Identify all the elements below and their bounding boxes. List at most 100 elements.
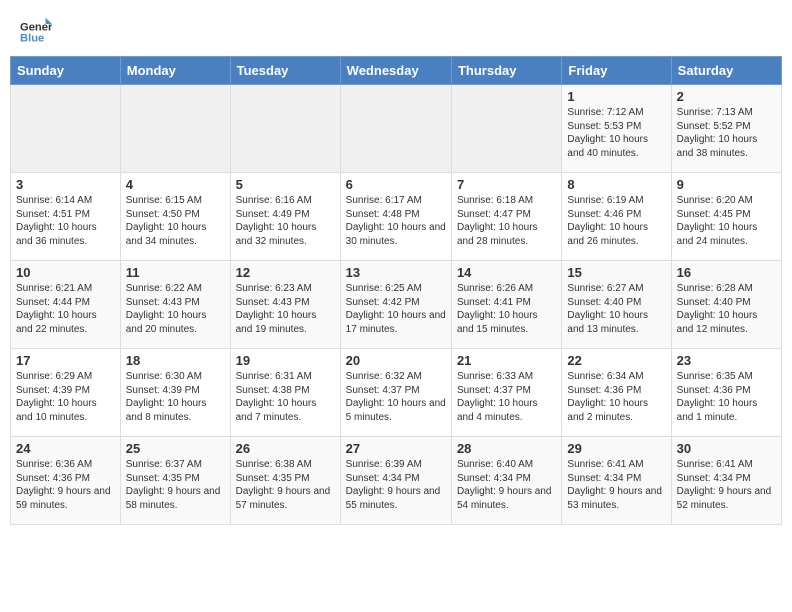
day-number: 14 [457,265,556,280]
calendar-cell: 20 Sunrise: 6:32 AM Sunset: 4:37 PM Dayli… [340,349,451,437]
calendar-cell: 14 Sunrise: 6:26 AM Sunset: 4:41 PM Dayli… [451,261,561,349]
day-number: 27 [346,441,446,456]
day-info: Sunrise: 6:15 AM Sunset: 4:50 PM Dayligh… [126,194,225,248]
day-number: 12 [236,265,335,280]
page-header: General Blue [0,0,792,56]
svg-text:Blue: Blue [20,33,44,45]
calendar-cell: 15Sunrise: 6:27 AM Sunset: 4:40 PM Dayli… [562,261,671,349]
calendar-cell: 19 Sunrise: 6:31 AM Sunset: 4:38 PM Dayli… [230,349,340,437]
day-info: Sunrise: 6:28 AM Sunset: 4:40 PM Dayligh… [677,282,776,336]
calendar-wrap: SundayMondayTuesdayWednesdayThursdayFrid… [0,56,792,535]
weekday-header-row: SundayMondayTuesdayWednesdayThursdayFrid… [11,57,782,85]
calendar-cell: 6 Sunrise: 6:17 AM Sunset: 4:48 PM Daylig… [340,173,451,261]
day-info: Sunrise: 6:33 AM Sunset: 4:37 PM Dayligh… [457,370,556,424]
day-number: 8 [567,177,665,192]
calendar-cell: 26Sunrise: 6:38 AM Sunset: 4:35 PM Dayli… [230,437,340,525]
calendar-cell: 28 Sunrise: 6:40 AM Sunset: 4:34 PM Dayli… [451,437,561,525]
weekday-sunday: Sunday [11,57,121,85]
day-info: Sunrise: 6:16 AM Sunset: 4:49 PM Dayligh… [236,194,335,248]
day-number: 16 [677,265,776,280]
day-number: 29 [567,441,665,456]
calendar-cell [340,85,451,173]
day-number: 28 [457,441,556,456]
week-row-4: 17 Sunrise: 6:29 AM Sunset: 4:39 PM Dayli… [11,349,782,437]
day-number: 3 [16,177,115,192]
calendar-cell [11,85,121,173]
calendar-cell: 5 Sunrise: 6:16 AM Sunset: 4:49 PM Daylig… [230,173,340,261]
calendar-cell: 22Sunrise: 6:34 AM Sunset: 4:36 PM Dayli… [562,349,671,437]
day-info: Sunrise: 6:19 AM Sunset: 4:46 PM Dayligh… [567,194,665,248]
calendar-cell [120,85,230,173]
day-info: Sunrise: 6:14 AM Sunset: 4:51 PM Dayligh… [16,194,115,248]
day-info: Sunrise: 6:25 AM Sunset: 4:42 PM Dayligh… [346,282,446,336]
calendar-cell: 29 Sunrise: 6:41 AM Sunset: 4:34 PM Dayli… [562,437,671,525]
calendar-cell: 17 Sunrise: 6:29 AM Sunset: 4:39 PM Dayli… [11,349,121,437]
calendar-cell: 2 Sunrise: 7:13 AM Sunset: 5:52 PM Daylig… [671,85,781,173]
day-number: 20 [346,353,446,368]
day-info: Sunrise: 7:13 AM Sunset: 5:52 PM Dayligh… [677,106,776,160]
day-info: Sunrise: 6:31 AM Sunset: 4:38 PM Dayligh… [236,370,335,424]
day-number: 2 [677,89,776,104]
day-number: 30 [677,441,776,456]
day-number: 6 [346,177,446,192]
day-info: Sunrise: 6:38 AM Sunset: 4:35 PM Dayligh… [236,458,335,512]
day-number: 21 [457,353,556,368]
calendar-body: 1Sunrise: 7:12 AM Sunset: 5:53 PM Daylig… [11,85,782,525]
calendar-cell: 21 Sunrise: 6:33 AM Sunset: 4:37 PM Dayli… [451,349,561,437]
day-number: 18 [126,353,225,368]
day-number: 25 [126,441,225,456]
calendar-cell: 8 Sunrise: 6:19 AM Sunset: 4:46 PM Daylig… [562,173,671,261]
calendar-cell: 7Sunrise: 6:18 AM Sunset: 4:47 PM Daylig… [451,173,561,261]
day-number: 10 [16,265,115,280]
day-info: Sunrise: 6:41 AM Sunset: 4:34 PM Dayligh… [677,458,776,512]
day-number: 15 [567,265,665,280]
day-number: 1 [567,89,665,104]
day-info: Sunrise: 6:22 AM Sunset: 4:43 PM Dayligh… [126,282,225,336]
day-info: Sunrise: 6:18 AM Sunset: 4:47 PM Dayligh… [457,194,556,248]
logo-icon: General Blue [20,16,52,48]
day-number: 13 [346,265,446,280]
day-number: 24 [16,441,115,456]
day-info: Sunrise: 6:20 AM Sunset: 4:45 PM Dayligh… [677,194,776,248]
calendar-cell: 23Sunrise: 6:35 AM Sunset: 4:36 PM Dayli… [671,349,781,437]
weekday-friday: Friday [562,57,671,85]
calendar-cell: 27Sunrise: 6:39 AM Sunset: 4:34 PM Dayli… [340,437,451,525]
calendar-cell: 24 Sunrise: 6:36 AM Sunset: 4:36 PM Dayli… [11,437,121,525]
calendar-cell: 25Sunrise: 6:37 AM Sunset: 4:35 PM Dayli… [120,437,230,525]
calendar-cell [230,85,340,173]
day-number: 11 [126,265,225,280]
day-info: Sunrise: 6:29 AM Sunset: 4:39 PM Dayligh… [16,370,115,424]
calendar-cell [451,85,561,173]
weekday-saturday: Saturday [671,57,781,85]
calendar-cell: 30 Sunrise: 6:41 AM Sunset: 4:34 PM Dayli… [671,437,781,525]
logo: General Blue [20,16,52,48]
day-info: Sunrise: 6:36 AM Sunset: 4:36 PM Dayligh… [16,458,115,512]
weekday-monday: Monday [120,57,230,85]
day-info: Sunrise: 6:32 AM Sunset: 4:37 PM Dayligh… [346,370,446,424]
calendar-cell: 4 Sunrise: 6:15 AM Sunset: 4:50 PM Daylig… [120,173,230,261]
calendar-cell: 16 Sunrise: 6:28 AM Sunset: 4:40 PM Dayli… [671,261,781,349]
calendar-cell: 11 Sunrise: 6:22 AM Sunset: 4:43 PM Dayli… [120,261,230,349]
day-number: 9 [677,177,776,192]
calendar-cell: 9 Sunrise: 6:20 AM Sunset: 4:45 PM Daylig… [671,173,781,261]
day-info: Sunrise: 6:41 AM Sunset: 4:34 PM Dayligh… [567,458,665,512]
day-info: Sunrise: 6:40 AM Sunset: 4:34 PM Dayligh… [457,458,556,512]
day-number: 5 [236,177,335,192]
weekday-thursday: Thursday [451,57,561,85]
day-number: 19 [236,353,335,368]
calendar-cell: 18Sunrise: 6:30 AM Sunset: 4:39 PM Dayli… [120,349,230,437]
day-number: 23 [677,353,776,368]
day-number: 17 [16,353,115,368]
weekday-tuesday: Tuesday [230,57,340,85]
day-info: Sunrise: 6:34 AM Sunset: 4:36 PM Dayligh… [567,370,665,424]
week-row-3: 10Sunrise: 6:21 AM Sunset: 4:44 PM Dayli… [11,261,782,349]
calendar-cell: 10Sunrise: 6:21 AM Sunset: 4:44 PM Dayli… [11,261,121,349]
calendar-table: SundayMondayTuesdayWednesdayThursdayFrid… [10,56,782,525]
day-info: Sunrise: 6:23 AM Sunset: 4:43 PM Dayligh… [236,282,335,336]
day-info: Sunrise: 6:17 AM Sunset: 4:48 PM Dayligh… [346,194,446,248]
calendar-cell: 3 Sunrise: 6:14 AM Sunset: 4:51 PM Daylig… [11,173,121,261]
week-row-2: 3 Sunrise: 6:14 AM Sunset: 4:51 PM Daylig… [11,173,782,261]
day-info: Sunrise: 6:26 AM Sunset: 4:41 PM Dayligh… [457,282,556,336]
day-number: 4 [126,177,225,192]
week-row-1: 1Sunrise: 7:12 AM Sunset: 5:53 PM Daylig… [11,85,782,173]
